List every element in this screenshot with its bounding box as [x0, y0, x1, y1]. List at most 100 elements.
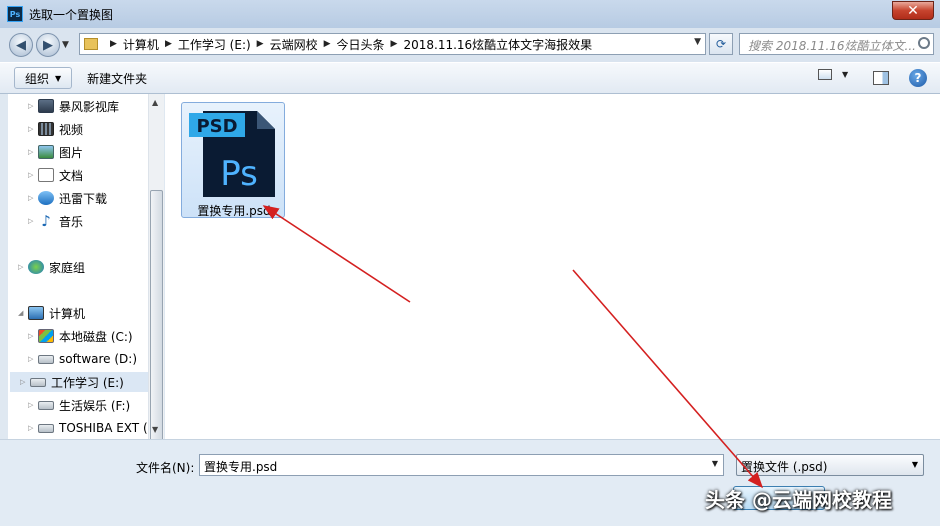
expand-arrow-icon[interactable]: ▷ — [28, 102, 38, 110]
homegroup-icon — [28, 260, 44, 274]
scroll-up-icon[interactable]: ▲ — [152, 98, 158, 107]
psd-file-icon: PSD Ps — [189, 111, 275, 197]
toolbar: 组织 ▼ 新建文件夹 ▼ ? — [0, 62, 940, 94]
sidebar-item-baofeng[interactable]: ▷ 暴风影视库 — [28, 96, 119, 116]
sidebar-item-label: software (D:) — [59, 352, 137, 366]
expand-arrow-icon[interactable]: ▷ — [28, 424, 38, 432]
sidebar-item-videos[interactable]: ▷ 视频 — [28, 119, 83, 139]
ps-logo: Ps — [220, 154, 258, 194]
sidebar-item-thunder[interactable]: ▷ 迅雷下载 — [28, 188, 107, 208]
expand-arrow-icon[interactable]: ▷ — [28, 217, 38, 225]
sidebar-item-homegroup[interactable]: ▷ 家庭组 — [18, 257, 85, 277]
film-icon — [38, 122, 54, 136]
sidebar-item-drive-g[interactable]: ▷ TOSHIBA EXT (G — [28, 418, 148, 438]
expand-arrow-icon[interactable]: ▷ — [28, 148, 38, 156]
close-button[interactable]: ✕ — [892, 1, 934, 20]
help-icon[interactable]: ? — [909, 69, 927, 87]
sidebar-item-label: 暴风影视库 — [59, 99, 120, 114]
sidebar-item-pictures[interactable]: ▷ 图片 — [28, 142, 83, 162]
navigation-pane: ▷ 暴风影视库 ▷ 视频 ▷ 图片 ▷ 文档 ▷ 迅雷下载 ▷ ♪ 音乐 ▷ 家… — [8, 94, 148, 439]
expand-arrow-icon[interactable]: ▷ — [28, 125, 38, 133]
organize-label: 组织 — [25, 71, 50, 86]
collapse-arrow-icon[interactable]: ◢ — [18, 309, 28, 317]
chevron-down-icon: ▼ — [55, 73, 62, 83]
chevron-down-icon[interactable]: ▼ — [912, 460, 918, 469]
sidebar-item-drive-e[interactable]: ▷ 工作学习 (E:) — [10, 372, 148, 392]
sidebar-item-drive-f[interactable]: ▷ 生活娱乐 (F:) — [28, 395, 130, 415]
expand-arrow-icon[interactable]: ▷ — [28, 355, 38, 363]
search-icon[interactable] — [918, 37, 930, 49]
video-library-icon — [38, 99, 54, 113]
breadcrumb-separator-icon[interactable]: ▶ — [257, 39, 264, 49]
drive-icon — [30, 377, 46, 387]
drive-icon — [38, 400, 54, 410]
chevron-down-icon[interactable]: ▼ — [712, 459, 718, 468]
sidebar-item-label: 迅雷下载 — [59, 191, 108, 206]
sidebar-item-label: TOSHIBA EXT (G — [59, 421, 148, 435]
filename-value: 置换专用.psd — [204, 460, 278, 474]
preview-pane-icon[interactable] — [873, 71, 889, 85]
psd-badge: PSD — [196, 116, 237, 137]
filename-field[interactable]: 置换专用.psd ▼ — [199, 454, 724, 476]
file-name: 置换专用.psd — [197, 204, 271, 218]
breadcrumb-separator-icon[interactable]: ▶ — [110, 39, 117, 49]
address-bar[interactable]: ▶ 计算机 ▶ 工作学习 (E:) ▶ 云端网校 ▶ 今日头条 ▶ 2018.1… — [79, 33, 706, 55]
address-row: ◀ ▶ ▼ ▶ 计算机 ▶ 工作学习 (E:) ▶ 云端网校 ▶ 今日头条 ▶ … — [0, 28, 940, 62]
expand-arrow-icon[interactable]: ▷ — [18, 263, 28, 271]
breadcrumb-yunduan[interactable]: 云端网校 — [270, 36, 318, 53]
thunder-download-icon — [38, 191, 54, 205]
watermark: 头条 @云端网校教程 — [705, 488, 892, 512]
chevron-down-icon[interactable]: ▼ — [842, 70, 848, 79]
breadcrumb-toutiao[interactable]: 今日头条 — [337, 36, 385, 53]
view-options[interactable]: ▼ — [818, 69, 848, 80]
breadcrumb-computer[interactable]: 计算机 — [123, 36, 159, 53]
organize-button[interactable]: 组织 ▼ — [14, 67, 73, 89]
expand-arrow-icon[interactable]: ▷ — [28, 332, 38, 340]
refresh-button[interactable]: ⟳ — [709, 33, 733, 55]
system-drive-icon — [38, 329, 54, 343]
scroll-down-icon[interactable]: ▼ — [152, 425, 158, 434]
expand-arrow-icon[interactable]: ▷ — [20, 378, 30, 386]
address-dropdown-icon[interactable]: ▼ — [694, 37, 701, 47]
file-list: PSD Ps 置换专用.psd — [165, 94, 940, 439]
breadcrumb-current-folder[interactable]: 2018.11.16炫酷立体文字海报效果 — [403, 36, 592, 53]
filetype-value: 置换文件 (.psd) — [741, 460, 828, 474]
filename-label: 文件名(N): — [136, 461, 195, 475]
music-note-icon: ♪ — [41, 212, 51, 230]
computer-icon — [28, 306, 44, 320]
drive-icon — [38, 423, 54, 433]
breadcrumb-separator-icon[interactable]: ▶ — [165, 39, 172, 49]
sidebar-item-label: 工作学习 (E:) — [51, 375, 124, 390]
expand-arrow-icon[interactable]: ▷ — [28, 401, 38, 409]
nav-scrollbar[interactable]: ▲ ▼ — [148, 94, 164, 464]
filetype-select[interactable]: 置换文件 (.psd) ▼ — [736, 454, 924, 476]
new-folder-button[interactable]: 新建文件夹 — [78, 67, 156, 89]
breadcrumb-separator-icon[interactable]: ▶ — [391, 39, 398, 49]
breadcrumb-drive-e[interactable]: 工作学习 (E:) — [178, 36, 251, 53]
sidebar-item-label: 生活娱乐 (F:) — [59, 398, 131, 413]
sidebar-item-music[interactable]: ▷ ♪ 音乐 — [28, 211, 83, 231]
expand-arrow-icon[interactable]: ▷ — [28, 194, 38, 202]
sidebar-item-label: 计算机 — [49, 306, 86, 321]
document-icon — [38, 168, 54, 182]
sidebar-item-drive-d[interactable]: ▷ software (D:) — [28, 349, 137, 369]
forward-button[interactable]: ▶ — [36, 33, 60, 57]
dialog-footer: 文件名(N): 置换专用.psd ▼ 置换文件 (.psd) ▼ 头条 @云端网… — [0, 439, 940, 526]
view-icon[interactable] — [818, 69, 832, 80]
back-button[interactable]: ◀ — [9, 33, 33, 57]
window-title: 选取一个置换图 — [29, 7, 114, 22]
sidebar-item-label: 视频 — [59, 122, 84, 137]
sidebar-item-documents[interactable]: ▷ 文档 — [28, 165, 83, 185]
drive-icon — [38, 354, 54, 364]
sidebar-item-label: 音乐 — [59, 214, 84, 229]
expand-arrow-icon[interactable]: ▷ — [28, 171, 38, 179]
sidebar-item-drive-c[interactable]: ▷ 本地磁盘 (C:) — [28, 326, 133, 346]
breadcrumb-separator-icon[interactable]: ▶ — [324, 39, 331, 49]
history-dropdown-icon[interactable]: ▼ — [62, 40, 74, 50]
sidebar-item-computer[interactable]: ◢ 计算机 — [18, 303, 85, 323]
search-input[interactable]: 搜索 2018.11.16炫酷立体文... — [739, 33, 934, 55]
sidebar-item-label: 图片 — [59, 145, 84, 160]
picture-icon — [38, 145, 54, 159]
scrollbar-thumb[interactable] — [150, 190, 163, 464]
file-item[interactable]: PSD Ps 置换专用.psd — [181, 102, 285, 218]
